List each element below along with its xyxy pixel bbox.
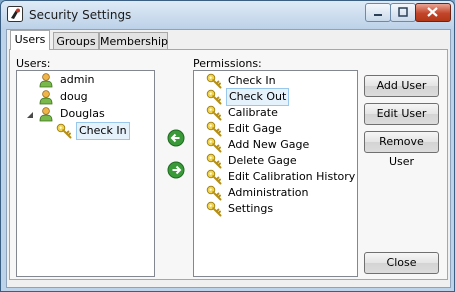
tab-users[interactable]: Users: [10, 30, 50, 50]
maximize-button[interactable]: [390, 3, 416, 22]
permissions-label: Permissions:: [193, 57, 262, 70]
user-icon: [38, 72, 54, 88]
security-settings-window: Security Settings Users Groups Membershi…: [0, 0, 455, 292]
key-icon: [206, 73, 222, 89]
close-icon: [427, 7, 438, 17]
permissions-tree[interactable]: Check In Check Out Calibrate Edit Gage A…: [193, 70, 358, 277]
add-permission-arrow-icon[interactable]: [167, 161, 185, 179]
key-icon: [206, 201, 222, 217]
user-icon: [38, 89, 54, 105]
key-icon: [56, 123, 72, 139]
key-icon: [206, 121, 222, 137]
tab-groups[interactable]: Groups: [53, 32, 99, 50]
expand-collapse-icon[interactable]: [25, 110, 35, 120]
close-button[interactable]: Close: [364, 252, 439, 274]
close-window-button[interactable]: [415, 3, 451, 22]
remove-user-button[interactable]: Remove User: [364, 131, 439, 168]
key-icon: [206, 137, 222, 153]
add-user-button[interactable]: Add User: [364, 75, 439, 97]
minimize-button[interactable]: [365, 3, 391, 22]
user-icon: [38, 106, 54, 122]
key-icon: [206, 153, 222, 169]
key-icon: [206, 169, 222, 185]
users-label: Users:: [16, 57, 51, 70]
window-title: Security Settings: [29, 8, 132, 22]
app-logo-icon: [7, 6, 23, 22]
title-bar[interactable]: Security Settings: [1, 1, 454, 29]
key-icon: [206, 185, 222, 201]
key-icon: [206, 89, 222, 105]
remove-permission-arrow-icon[interactable]: [167, 129, 185, 147]
users-tree[interactable]: admin doug Douglas Check In: [16, 70, 155, 277]
tab-membership[interactable]: Membership: [99, 32, 168, 50]
key-icon: [206, 105, 222, 121]
maximize-icon: [398, 7, 408, 17]
edit-user-button[interactable]: Edit User: [364, 103, 439, 125]
minimize-icon: [374, 14, 382, 16]
